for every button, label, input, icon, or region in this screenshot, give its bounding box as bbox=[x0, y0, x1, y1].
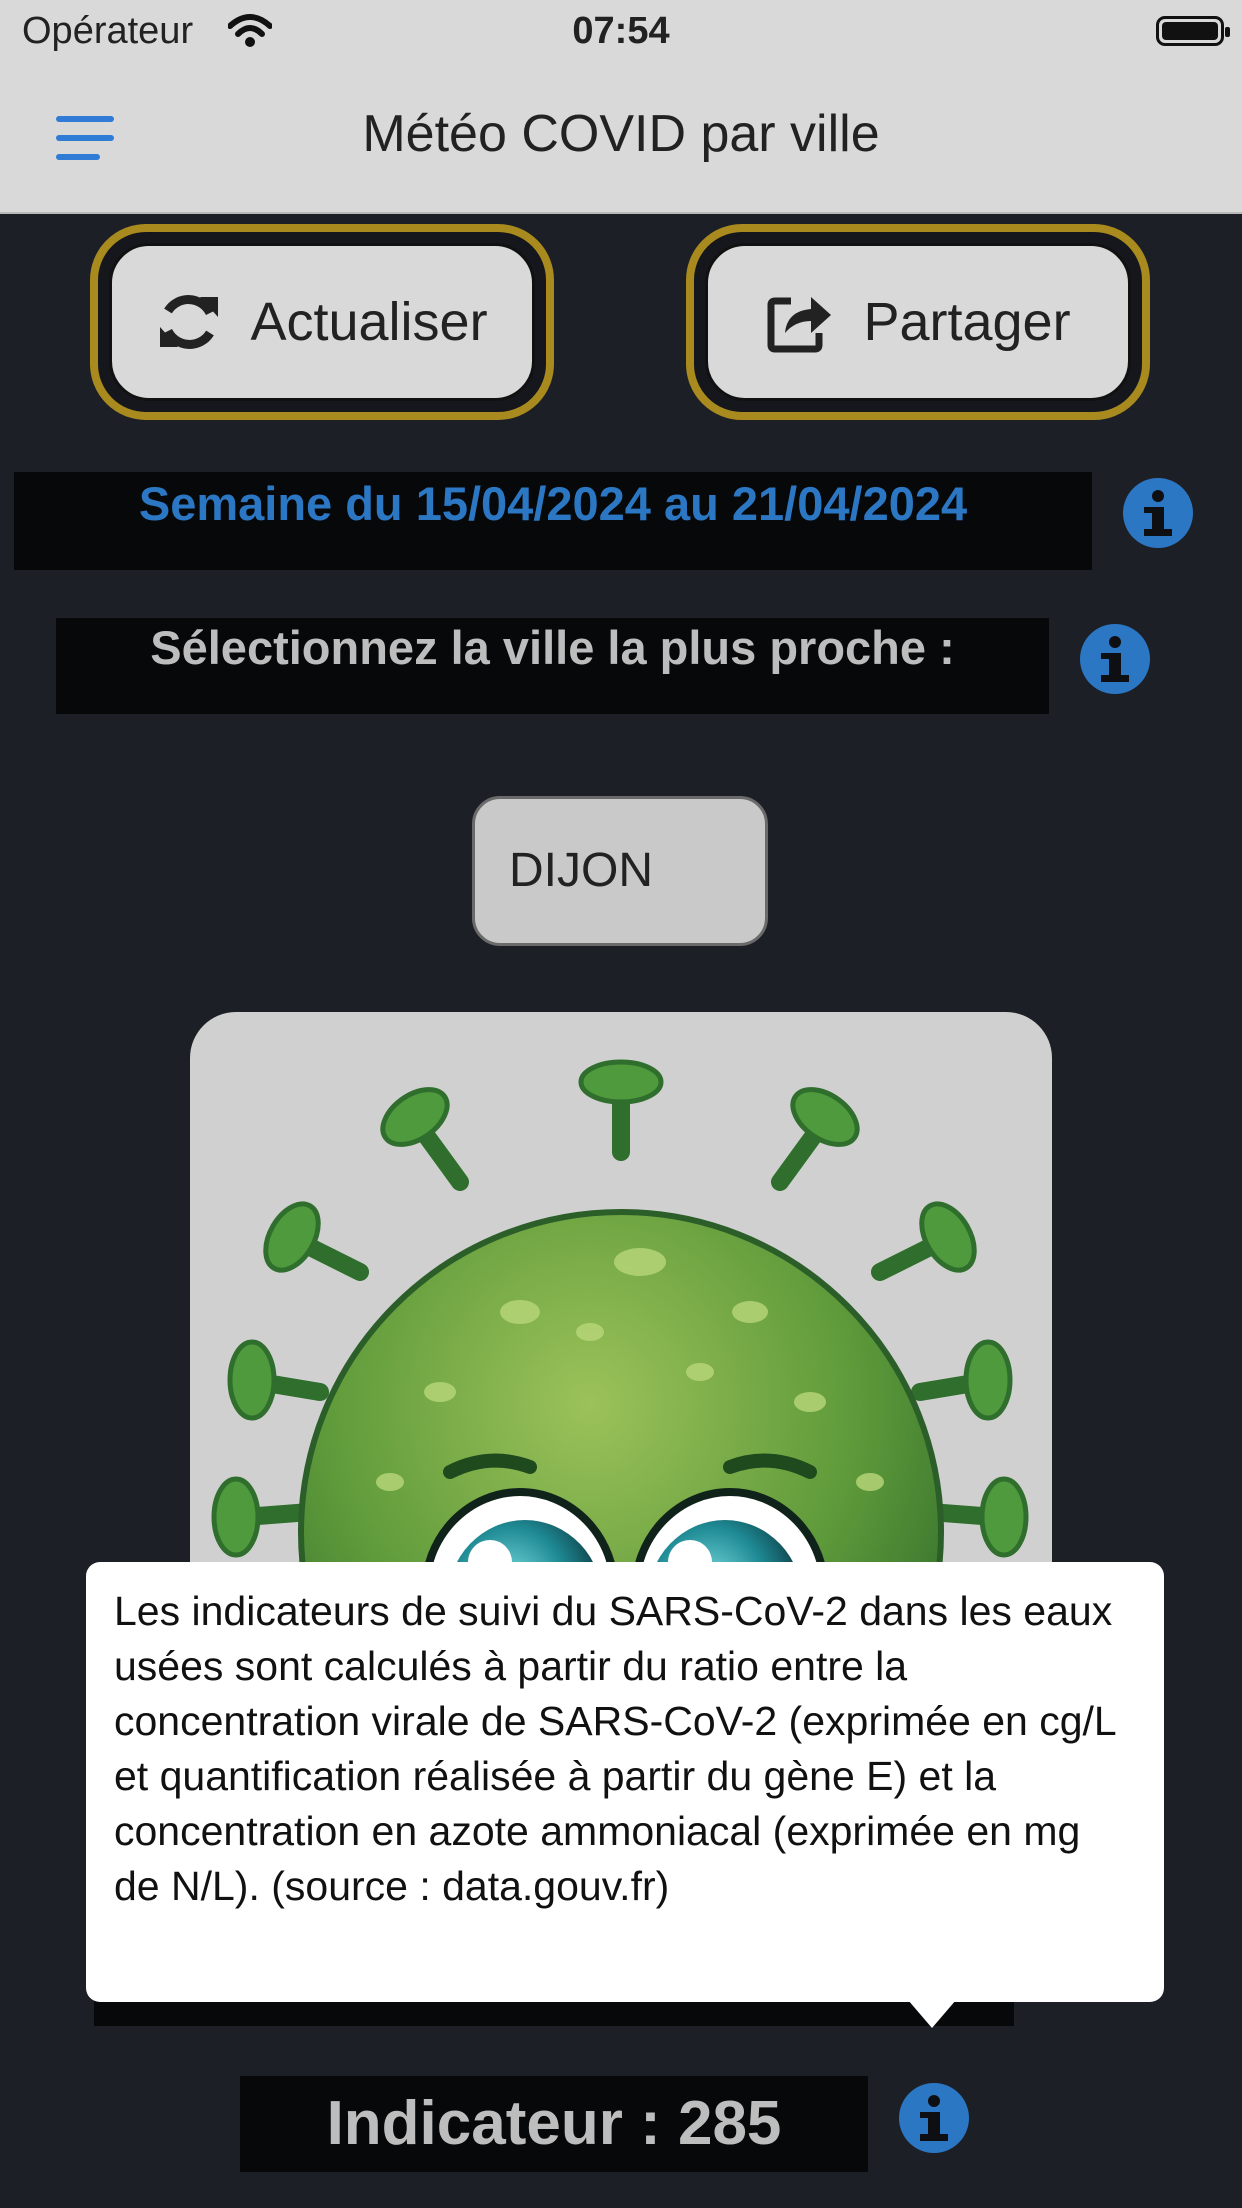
city-select-button[interactable]: DIJON bbox=[472, 796, 768, 946]
share-icon bbox=[767, 297, 832, 353]
battery-icon bbox=[1156, 16, 1230, 46]
status-time: 07:54 bbox=[572, 10, 670, 52]
tooltip-arrow bbox=[908, 2000, 956, 2028]
city-prompt-banner: Sélectionnez la ville la plus proche : bbox=[56, 618, 1049, 714]
refresh-icon bbox=[160, 295, 219, 349]
share-button[interactable]: Partager bbox=[705, 243, 1131, 401]
indicator-banner: Indicateur : 285 bbox=[240, 2076, 868, 2172]
refresh-button-frame: Actualiser bbox=[90, 224, 554, 420]
refresh-button[interactable]: Actualiser bbox=[109, 243, 535, 401]
refresh-button-label: Actualiser bbox=[250, 292, 488, 352]
status-bar: Opérateur 07:54 bbox=[0, 0, 1242, 68]
nav-bar: Météo COVID par ville bbox=[0, 68, 1242, 214]
share-button-label: Partager bbox=[863, 292, 1071, 352]
city-info-icon[interactable] bbox=[1080, 624, 1150, 694]
info-tooltip: Les indicateurs de suivi du SARS-CoV-2 d… bbox=[86, 1562, 1164, 2002]
indicator-info-icon[interactable] bbox=[899, 2083, 969, 2153]
page-title: Météo COVID par ville bbox=[362, 105, 880, 163]
share-button-frame: Partager bbox=[686, 224, 1150, 420]
city-prompt-label: Sélectionnez la ville la plus proche : bbox=[150, 621, 955, 674]
week-banner: Semaine du 15/04/2024 au 21/04/2024 bbox=[14, 472, 1092, 570]
indicator-value: Indicateur : 285 bbox=[326, 2089, 782, 2158]
week-label: Semaine du 15/04/2024 au 21/04/2024 bbox=[138, 477, 968, 530]
week-info-icon[interactable] bbox=[1123, 478, 1193, 548]
